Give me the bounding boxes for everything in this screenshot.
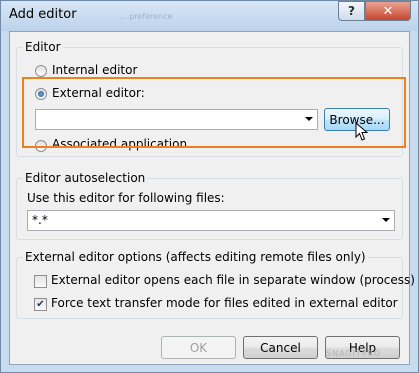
cancel-button-label: Cancel (260, 340, 301, 355)
external-editor-options-legend: External editor options (affects editing… (23, 250, 368, 264)
internal-editor-label[interactable]: Internal editor (52, 63, 137, 77)
checkmark-icon: ✔ (36, 299, 45, 310)
window-title-ghost: ... preference (119, 12, 173, 21)
close-icon: ✕ (382, 3, 394, 19)
watermark-text: SNAGITPRO (326, 349, 382, 358)
editor-group-legend: Editor (23, 40, 63, 54)
internal-editor-radio[interactable] (35, 65, 47, 77)
file-mask-label: Use this editor for following files: (27, 191, 225, 205)
separate-window-checkbox[interactable] (34, 275, 47, 288)
file-mask-value: *.* (32, 213, 48, 227)
ok-button[interactable]: OK (161, 336, 236, 359)
title-bar[interactable]: Add editor ... preference ? ✕ (1, 1, 418, 31)
autoselection-group-legend: Editor autoselection (23, 171, 148, 185)
window-title: Add editor (9, 7, 77, 22)
ok-button-label: OK (189, 340, 208, 355)
title-close-button[interactable]: ✕ (365, 1, 411, 21)
annotation-highlight-box (22, 77, 406, 148)
title-help-button[interactable]: ? (338, 1, 365, 21)
add-editor-dialog: Add editor ... preference ? ✕ Editor Int… (0, 0, 419, 373)
mouse-cursor-icon (355, 122, 369, 141)
force-text-checkbox[interactable]: ✔ (34, 298, 47, 311)
file-mask-combo[interactable]: *.* (27, 210, 395, 231)
separate-window-label[interactable]: External editor opens each file in separ… (51, 273, 415, 287)
chevron-down-icon[interactable] (382, 218, 390, 222)
force-text-label[interactable]: Force text transfer mode for files edite… (51, 296, 398, 310)
help-icon: ? (348, 4, 355, 18)
cancel-button[interactable]: Cancel (243, 336, 318, 359)
